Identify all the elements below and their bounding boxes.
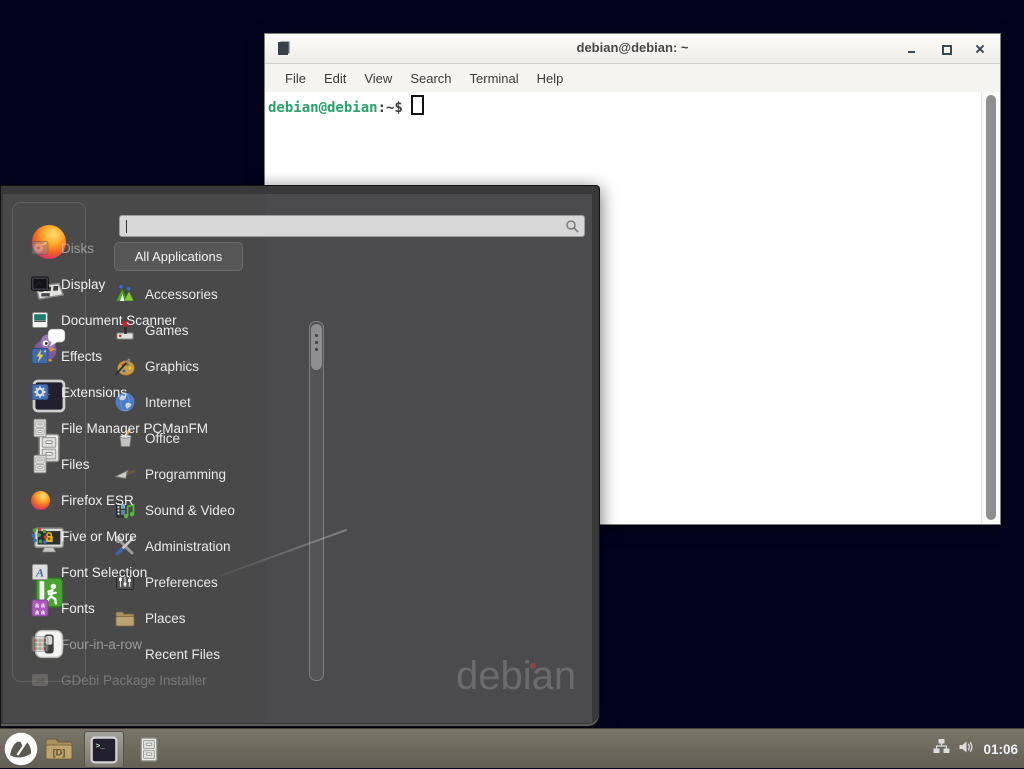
app-document-scanner[interactable]: Document Scanner [30, 302, 320, 338]
app-four-in-a-row[interactable]: Four-in-a-row [30, 626, 320, 662]
folder-d-launcher[interactable]: [D] [43, 735, 75, 763]
screen: { "desktop": { "watermark_text": "debian… [0, 0, 1024, 768]
svg-text:A: A [35, 566, 44, 580]
search-icon [565, 219, 579, 238]
menu-edit[interactable]: Edit [315, 68, 355, 89]
application-menu: debian >_ All Applications Acces [0, 185, 600, 727]
app-files[interactable]: Files [30, 446, 320, 482]
menu-file[interactable]: File [276, 68, 315, 89]
fonts-icon: a aa a [30, 598, 50, 618]
file-cabinet-launcher[interactable] [134, 734, 164, 764]
app-fonts[interactable]: a aa a Fonts [30, 590, 320, 626]
gdebi-icon [30, 670, 50, 690]
menu-view[interactable]: View [355, 68, 401, 89]
menu-search[interactable]: Search [401, 68, 460, 89]
terminal-scrollbar-thumb[interactable] [986, 95, 996, 520]
app-five-or-more[interactable]: Five or More [30, 518, 320, 554]
file-cabinet-icon [30, 454, 50, 474]
apps-scrollbar-thumb[interactable] [311, 324, 322, 370]
taskbar: [D] >_ 01:06 [0, 728, 1024, 768]
menu-terminal[interactable]: Terminal [461, 68, 528, 89]
network-icon[interactable] [933, 739, 950, 759]
file-cabinet-icon [30, 418, 50, 438]
app-font-selection[interactable]: A Font Selection [30, 554, 320, 590]
five-or-more-icon [30, 526, 50, 546]
svg-text:a a: a a [35, 609, 45, 616]
app-effects[interactable]: Effects [30, 338, 320, 374]
volume-icon[interactable] [958, 740, 975, 759]
app-disks[interactable]: Disks [30, 230, 320, 266]
apps-scrollbar[interactable] [309, 321, 324, 681]
application-list: Disks Display Document Scanner Effects E… [30, 230, 320, 698]
disks-icon [30, 238, 50, 258]
terminal-menubar: File Edit View Search Terminal Help [265, 64, 1000, 93]
four-in-a-row-icon [30, 634, 50, 654]
terminal-scrollbar[interactable] [981, 92, 1000, 524]
watermark-red-dot [530, 663, 536, 669]
terminal-taskbar-button[interactable]: >_ [84, 731, 124, 768]
menu-help[interactable]: Help [528, 68, 573, 89]
app-file-manager-pcmanfm[interactable]: File Manager PCManFM [30, 410, 320, 446]
app-extensions[interactable]: Extensions [30, 374, 320, 410]
svg-text:>_: >_ [96, 743, 106, 751]
minimize-icon[interactable] [906, 43, 918, 55]
terminal-title: debian@debian: ~ [265, 40, 1000, 55]
prompt-user: debian@debian [268, 100, 378, 116]
close-icon[interactable] [974, 43, 986, 55]
extensions-icon [30, 382, 50, 402]
firefox-icon [30, 490, 50, 510]
svg-text:[D]: [D] [53, 748, 66, 758]
clock[interactable]: 01:06 [983, 742, 1020, 757]
app-gdebi-package-installer[interactable]: GDebi Package Installer [30, 662, 320, 698]
prompt-suffix: :~$ [378, 100, 403, 116]
app-display[interactable]: Display [30, 266, 320, 302]
terminal-cursor [411, 95, 424, 115]
document-scanner-icon [30, 310, 50, 330]
menu-button[interactable] [4, 732, 38, 766]
maximize-icon[interactable] [940, 43, 952, 55]
display-icon [30, 274, 50, 294]
font-selection-icon: A [30, 562, 50, 582]
effects-icon [30, 346, 50, 366]
app-firefox-esr[interactable]: Firefox ESR [30, 482, 320, 518]
wallpaper-watermark: debian [456, 654, 576, 699]
terminal-titlebar[interactable]: debian@debian: ~ [265, 34, 1000, 64]
